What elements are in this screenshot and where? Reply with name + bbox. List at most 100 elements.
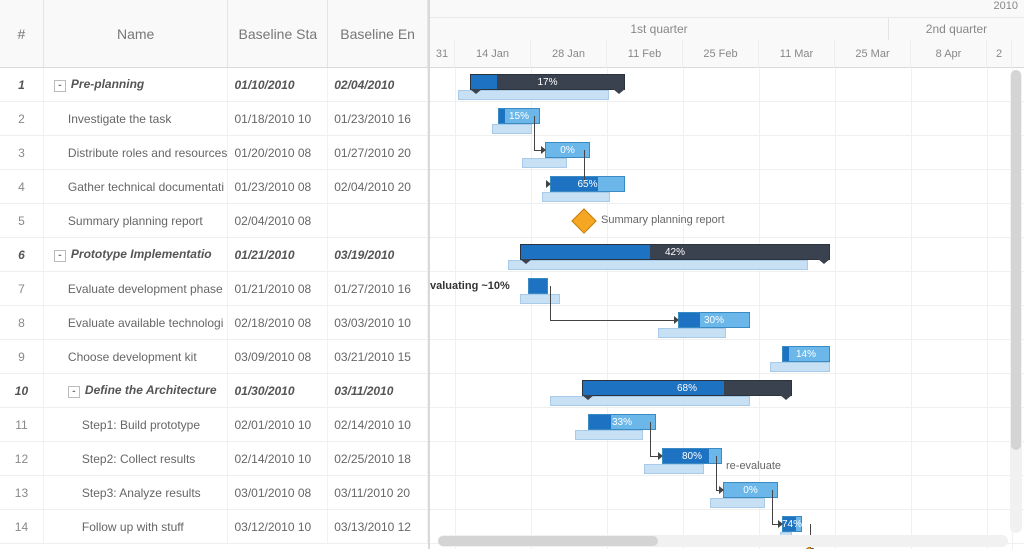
summary-bar[interactable]: 17%: [470, 74, 625, 90]
collapse-toggle[interactable]: -: [68, 386, 80, 398]
baseline-bar: [658, 328, 726, 338]
baseline-end: 02/04/2010: [328, 68, 428, 101]
baseline-end: 03/13/2010 12: [328, 510, 428, 543]
task-name: Gather technical documentati: [68, 180, 224, 194]
row-number: 4: [0, 170, 44, 203]
col-header-baseline-end[interactable]: Baseline En: [328, 0, 428, 67]
task-name-cell[interactable]: Summary planning report: [44, 204, 229, 237]
task-bar[interactable]: 65%: [550, 176, 625, 192]
collapse-toggle[interactable]: -: [54, 250, 66, 262]
milestone-label: Summary planning report: [601, 214, 725, 226]
task-name-cell[interactable]: Step2: Collect results: [44, 442, 229, 475]
baseline-bar: [520, 294, 560, 304]
row-number: 7: [0, 272, 44, 305]
task-bar[interactable]: 14%: [782, 346, 830, 362]
quarter-cell: 2nd quarter: [889, 18, 1024, 40]
table-row[interactable]: 9Choose development kit03/09/2010 0803/2…: [0, 340, 428, 374]
table-row[interactable]: 3Distribute roles and resources01/20/201…: [0, 136, 428, 170]
gantt-chart: 2010 1st quarter2nd quarter 3114 Jan28 J…: [429, 0, 1024, 549]
task-name: Summary planning report: [68, 214, 203, 228]
progress-label: 30%: [704, 315, 724, 326]
table-row[interactable]: 14Follow up with stuff03/12/2010 1003/13…: [0, 510, 428, 544]
summary-bar[interactable]: 68%: [582, 380, 792, 396]
baseline-start: 02/04/2010 08: [228, 204, 328, 237]
grid-header: # Name Baseline Sta Baseline En: [0, 0, 428, 68]
vscroll-thumb[interactable]: [1011, 70, 1021, 450]
task-bar[interactable]: 30%: [678, 312, 750, 328]
task-name-cell[interactable]: -Define the Architecture: [44, 374, 229, 407]
progress-fill: [529, 279, 547, 293]
task-name-cell[interactable]: Step3: Analyze results: [44, 476, 229, 509]
task-name-cell[interactable]: -Pre-planning: [44, 68, 229, 101]
task-bar[interactable]: 33%: [588, 414, 656, 430]
progress-label: 74%: [782, 519, 802, 530]
baseline-end: 01/23/2010 16: [328, 102, 428, 135]
progress-fill: [583, 381, 724, 395]
task-bar[interactable]: 80%: [662, 448, 722, 464]
task-name-cell[interactable]: Investigate the task: [44, 102, 229, 135]
task-name-cell[interactable]: Choose development kit: [44, 340, 229, 373]
task-bar[interactable]: 0%: [723, 482, 778, 498]
task-name-cell[interactable]: Step1: Build prototype: [44, 408, 229, 441]
baseline-start: 02/14/2010 10: [228, 442, 328, 475]
row-number: 12: [0, 442, 44, 475]
baseline-end: 03/11/2010 20: [328, 476, 428, 509]
day-cell: 11 Feb: [607, 40, 683, 68]
task-name: Distribute roles and resources: [68, 146, 227, 160]
baseline-start: 01/18/2010 10: [228, 102, 328, 135]
quarter-cell: 1st quarter: [430, 18, 889, 40]
task-bar[interactable]: 74%: [782, 516, 802, 532]
vertical-scrollbar[interactable]: [1010, 70, 1022, 533]
day-cell: 25 Mar: [835, 40, 911, 68]
task-bar[interactable]: [528, 278, 548, 294]
gantt-row: [430, 204, 1024, 238]
task-name-cell[interactable]: Follow up with stuff: [44, 510, 229, 543]
row-number: 11: [0, 408, 44, 441]
horizontal-scrollbar[interactable]: [438, 535, 1008, 547]
baseline-end: 03/21/2010 15: [328, 340, 428, 373]
table-row[interactable]: 2Investigate the task01/18/2010 1001/23/…: [0, 102, 428, 136]
table-row[interactable]: 4Gather technical documentati01/23/2010 …: [0, 170, 428, 204]
gantt-row: [430, 170, 1024, 204]
progress-fill: [679, 313, 700, 327]
task-name-cell[interactable]: Evaluate available technologi: [44, 306, 229, 339]
gantt-body[interactable]: 17%15%0%65%Summary planning report42%val…: [430, 68, 1024, 549]
table-row[interactable]: 12Step2: Collect results02/14/2010 1002/…: [0, 442, 428, 476]
summary-bar[interactable]: 42%: [520, 244, 830, 260]
col-header-baseline-start[interactable]: Baseline Sta: [228, 0, 328, 67]
baseline-bar: [508, 260, 808, 270]
table-row[interactable]: 11Step1: Build prototype02/01/2010 1002/…: [0, 408, 428, 442]
table-row[interactable]: 13Step3: Analyze results03/01/2010 0803/…: [0, 476, 428, 510]
progress-label: 14%: [796, 349, 816, 360]
task-annotation: re-evaluate: [726, 460, 781, 472]
table-row[interactable]: 7Evaluate development phase01/21/2010 08…: [0, 272, 428, 306]
task-name-cell[interactable]: -Prototype Implementatio: [44, 238, 229, 271]
baseline-start: 03/09/2010 08: [228, 340, 328, 373]
task-name-cell[interactable]: Distribute roles and resources: [44, 136, 229, 169]
task-name: Step2: Collect results: [82, 452, 195, 466]
row-number: 13: [0, 476, 44, 509]
collapse-toggle[interactable]: -: [54, 80, 66, 92]
day-cell: 11 Mar: [759, 40, 835, 68]
table-row[interactable]: 6-Prototype Implementatio01/21/201003/19…: [0, 238, 428, 272]
table-row[interactable]: 8Evaluate available technologi02/18/2010…: [0, 306, 428, 340]
baseline-bar: [644, 464, 704, 474]
baseline-start: 01/21/2010 08: [228, 272, 328, 305]
progress-label: 42%: [665, 247, 685, 258]
baseline-end: 03/11/2010: [328, 374, 428, 407]
hscroll-thumb[interactable]: [438, 536, 658, 546]
task-name-cell[interactable]: Evaluate development phase: [44, 272, 229, 305]
baseline-bar: [770, 362, 830, 372]
baseline-bar: [542, 192, 610, 202]
col-header-num[interactable]: #: [0, 0, 44, 67]
table-row[interactable]: 5Summary planning report02/04/2010 08: [0, 204, 428, 238]
table-row[interactable]: 10-Define the Architecture01/30/201003/1…: [0, 374, 428, 408]
table-row[interactable]: 1-Pre-planning01/10/201002/04/2010: [0, 68, 428, 102]
baseline-start: 01/20/2010 08: [228, 136, 328, 169]
baseline-bar: [575, 430, 643, 440]
task-name: Follow up with stuff: [82, 520, 184, 534]
task-name-cell[interactable]: Gather technical documentati: [44, 170, 229, 203]
col-header-name[interactable]: Name: [44, 0, 229, 67]
baseline-bar: [550, 396, 750, 406]
day-cell: 25 Feb: [683, 40, 759, 68]
